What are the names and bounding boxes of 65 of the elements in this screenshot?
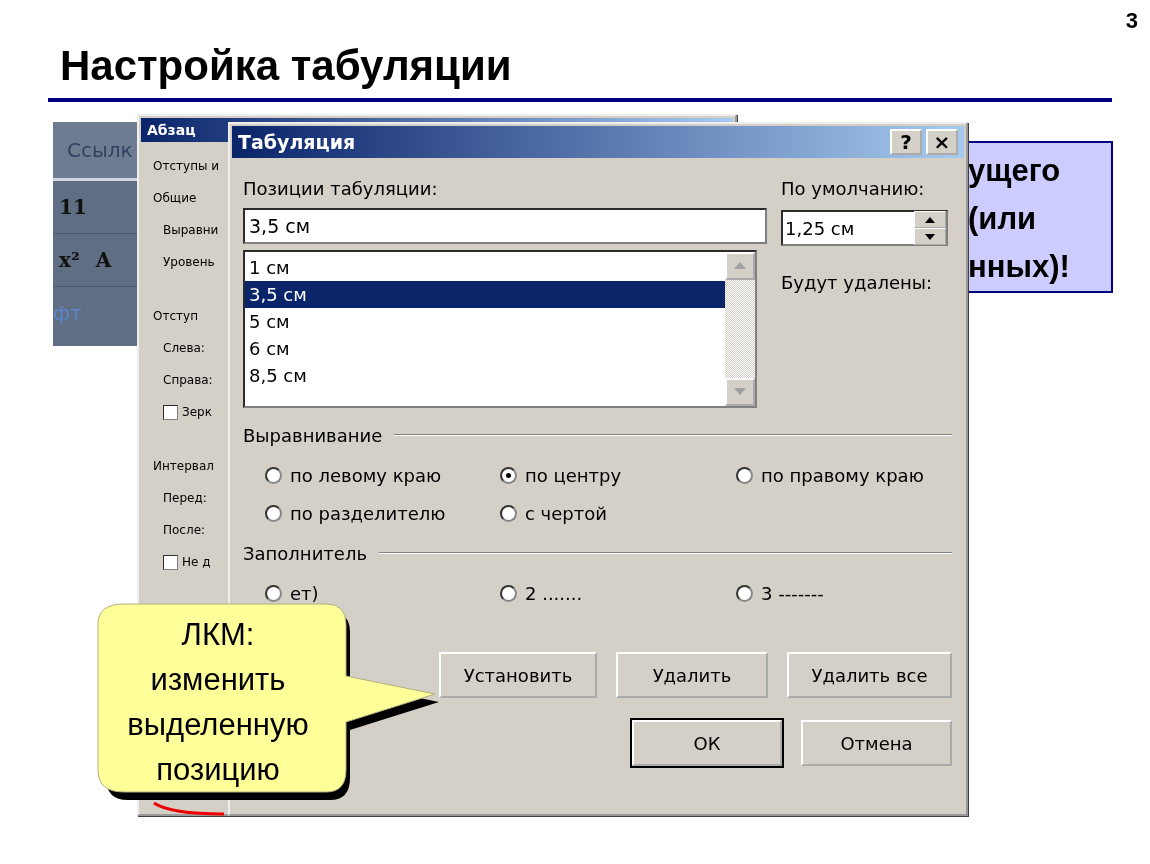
- checkbox[interactable]: [163, 554, 178, 570]
- field-label: Слева:: [163, 341, 205, 355]
- radio-button[interactable]: [500, 584, 517, 602]
- note-text: нных)!: [968, 248, 1071, 286]
- radio-label: по центру: [525, 464, 622, 486]
- radio-button[interactable]: [500, 504, 517, 522]
- field-label: Уровень: [163, 255, 215, 269]
- group-label: Отступ: [153, 309, 198, 323]
- radio-button[interactable]: [265, 504, 282, 522]
- slide-number: 3: [1125, 8, 1138, 34]
- default-stops-spinner[interactable]: 1,25 см: [781, 210, 948, 246]
- dialog-title: Абзац: [147, 122, 196, 138]
- radio-label: 3 -------: [761, 582, 824, 604]
- callout-text: ЛКМ:: [181, 616, 255, 654]
- group-label: Выравнивание: [243, 424, 383, 446]
- dialog-button[interactable]: Удалить все: [787, 652, 952, 698]
- cancel-button[interactable]: Отмена: [801, 720, 952, 766]
- radio-label: по левому краю: [290, 464, 442, 486]
- list-item[interactable]: 3,5 см: [245, 281, 725, 308]
- field-label: Справа:: [163, 373, 213, 387]
- font-size-value: 11: [59, 195, 87, 219]
- field-label: Позиции табуляции:: [243, 178, 439, 201]
- checkbox-label: Зерк: [182, 405, 212, 419]
- dialog-button[interactable]: Установить: [439, 652, 597, 698]
- checkbox-label: Не д: [182, 555, 211, 569]
- group-label: Общие: [153, 191, 197, 205]
- checkbox[interactable]: [163, 404, 178, 420]
- group-label: Заполнитель: [243, 542, 367, 564]
- slide-title: Настройка табуляции: [60, 42, 512, 90]
- note-text: ущего: [968, 152, 1062, 190]
- radio-label: 2 .......: [525, 582, 583, 604]
- radio-label: с чертой: [525, 502, 607, 524]
- field-label: По умолчанию:: [781, 178, 926, 201]
- callout-text: выделенную: [127, 706, 309, 744]
- field-label: Будут удалены:: [781, 272, 934, 295]
- dialog-button[interactable]: Удалить: [616, 652, 768, 698]
- group-label: Интервал: [153, 459, 214, 473]
- dialog-title: Табуляция: [238, 131, 356, 153]
- scrollbar[interactable]: [725, 252, 755, 406]
- radio-button[interactable]: [265, 466, 282, 484]
- font-color-label: A: [95, 248, 112, 272]
- radio-button[interactable]: [265, 584, 282, 602]
- spin-down-icon: [925, 233, 935, 240]
- close-button[interactable]: ×: [926, 129, 958, 155]
- scroll-up-icon: [734, 262, 746, 270]
- radio-button[interactable]: [736, 466, 753, 484]
- ok-button[interactable]: ОК: [632, 720, 782, 766]
- radio-label: по правому краю: [761, 464, 924, 486]
- tab-position-field[interactable]: 3,5 см: [243, 208, 767, 244]
- radio-label: ет): [290, 582, 319, 604]
- radio-label: по разделителю: [290, 502, 446, 524]
- field-label: Перед:: [163, 491, 207, 505]
- radio-button[interactable]: [736, 584, 753, 602]
- field-label: Выравни: [163, 223, 219, 237]
- callout-text: изменить: [150, 661, 286, 699]
- callout-text: позицию: [156, 751, 280, 789]
- note-text: (или: [968, 200, 1038, 238]
- help-button[interactable]: ?: [890, 129, 922, 155]
- spin-up-icon: [925, 216, 935, 223]
- scroll-down-icon: [734, 388, 746, 396]
- dialog-tab[interactable]: Отступы и: [153, 159, 220, 173]
- ribbon-group-label: фт: [53, 300, 83, 325]
- superscript-label: x²: [59, 248, 80, 272]
- radio-button[interactable]: [500, 466, 517, 484]
- field-label: После:: [163, 523, 206, 537]
